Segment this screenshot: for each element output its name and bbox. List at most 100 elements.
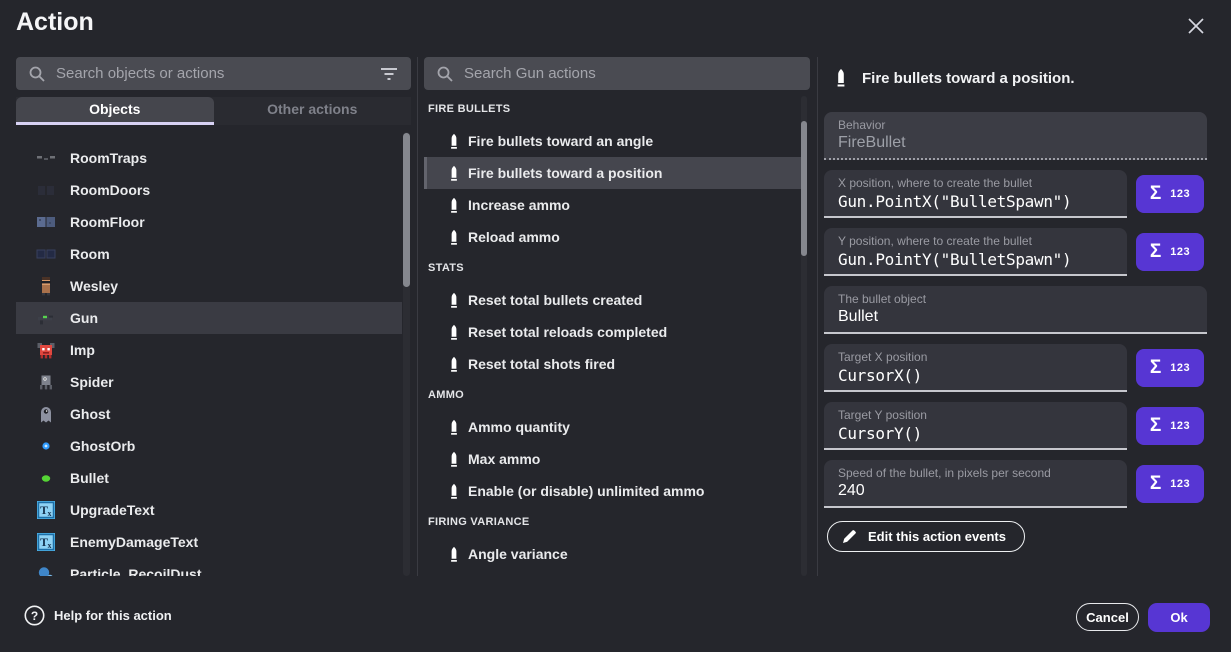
- object-label: EnemyDamageText: [70, 534, 198, 550]
- field-row-target-y-position: Target Y positionCursorY()Σ123: [824, 402, 1207, 450]
- objects-scrollbar[interactable]: [403, 132, 410, 576]
- object-row-roomtraps[interactable]: RoomTraps: [16, 142, 402, 174]
- action-item-ammo-quantity[interactable]: Ammo quantity: [424, 411, 801, 443]
- imp-icon: [36, 340, 56, 360]
- field-label: X position, where to create the bullet: [838, 176, 1113, 190]
- sigma-icon: Σ: [1150, 183, 1161, 205]
- action-item-enable-or-disable-unlimited-ammo[interactable]: Enable (or disable) unlimited ammo: [424, 475, 801, 507]
- action-item-increase-ammo[interactable]: Increase ammo: [424, 189, 801, 221]
- action-item-reset-total-shots-fired[interactable]: Reset total shots fired: [424, 348, 801, 380]
- object-row-imp[interactable]: Imp: [16, 334, 402, 366]
- edit-action-events-button[interactable]: Edit this action events: [827, 521, 1025, 552]
- object-row-spider[interactable]: Spider: [16, 366, 402, 398]
- object-row-ghost[interactable]: Ghost: [16, 398, 402, 430]
- ok-button[interactable]: Ok: [1148, 603, 1210, 632]
- actions-scrollbar[interactable]: [801, 96, 807, 576]
- numbers-badge: 123: [1170, 188, 1190, 200]
- tab-other-actions[interactable]: Other actions: [214, 97, 412, 122]
- action-label: Reset total bullets created: [468, 292, 642, 308]
- object-row-ghostorb[interactable]: GhostOrb: [16, 430, 402, 462]
- action-item-fire-bullets-toward-a-position[interactable]: Fire bullets toward a position: [424, 157, 801, 189]
- action-item-item[interactable]: [424, 570, 801, 576]
- left-tabbar: Objects Other actions: [16, 97, 411, 125]
- object-row-wesley[interactable]: Wesley: [16, 270, 402, 302]
- object-row-roomfloor[interactable]: RoomFloor: [16, 206, 402, 238]
- object-label: RoomDoors: [70, 182, 150, 198]
- field-input-the-bullet-object[interactable]: The bullet objectBullet: [824, 286, 1207, 334]
- object-label: Room: [70, 246, 110, 262]
- action-description: Fire bullets toward a position.: [862, 70, 1075, 87]
- divider: [817, 57, 818, 576]
- bullet-icon: [448, 451, 460, 468]
- action-item-angle-variance[interactable]: Angle variance: [424, 538, 801, 570]
- sigma-icon: Σ: [1150, 415, 1161, 437]
- object-row-enemydamagetext[interactable]: TxEnemyDamageText: [16, 526, 402, 558]
- action-label: Reload ammo: [468, 229, 560, 245]
- expression-editor-button[interactable]: Σ 123: [1136, 175, 1204, 213]
- field-value: Gun.PointX("BulletSpawn"): [838, 192, 1113, 211]
- expression-editor-button[interactable]: Σ123: [1136, 465, 1204, 503]
- field-input-y-position-where-to-create-the-bullet[interactable]: Y position, where to create the bulletGu…: [824, 228, 1127, 276]
- expression-editor-button[interactable]: Σ123: [1136, 407, 1204, 445]
- room-traps-icon: [36, 148, 56, 168]
- action-label: Ammo quantity: [468, 419, 570, 435]
- numbers-badge: 123: [1170, 362, 1190, 374]
- divider: [417, 57, 418, 576]
- object-label: RoomTraps: [70, 150, 147, 166]
- sigma-icon: Σ: [1150, 241, 1161, 263]
- field-input-speed-of-the-bullet-in-pixels-per-second[interactable]: Speed of the bullet, in pixels per secon…: [824, 460, 1127, 508]
- action-item-reset-total-reloads-completed[interactable]: Reset total reloads completed: [424, 316, 801, 348]
- field-value: FireBullet: [838, 134, 1193, 152]
- tab-objects[interactable]: Objects: [16, 97, 214, 122]
- action-dialog: Action Objects Other actions RoomTraps Ro…: [0, 0, 1231, 652]
- expression-editor-button[interactable]: Σ123: [1136, 233, 1204, 271]
- object-row-gun[interactable]: Gun: [16, 302, 402, 334]
- action-item-reset-total-bullets-created[interactable]: Reset total bullets created: [424, 284, 801, 316]
- room-floor-icon: [36, 212, 56, 232]
- field-row-target-x-position: Target X positionCursorX()Σ123: [824, 344, 1207, 392]
- bullet-icon: [834, 68, 848, 88]
- object-label: Spider: [70, 374, 114, 390]
- object-row-upgradetext[interactable]: TxUpgradeText: [16, 494, 402, 526]
- field-row-x-position-where-to-create-the-bullet: X position, where to create the bullet Gu…: [824, 170, 1207, 218]
- bullet-icon: [448, 229, 460, 246]
- field-row-behavior: BehaviorFireBullet: [824, 112, 1207, 160]
- object-label: GhostOrb: [70, 438, 135, 454]
- dialog-title: Action: [16, 8, 94, 37]
- bullet-icon: [448, 197, 460, 214]
- objects-scrollbar-thumb[interactable]: [403, 133, 410, 287]
- room-doors-icon: [36, 180, 56, 200]
- object-row-roomdoors[interactable]: RoomDoors: [16, 174, 402, 206]
- field-input-target-y-position[interactable]: Target Y positionCursorY(): [824, 402, 1127, 450]
- field-input-x-position-where-to-create-the-bullet[interactable]: X position, where to create the bullet Gu…: [824, 170, 1127, 218]
- object-label: Gun: [70, 310, 98, 326]
- help-button[interactable]: ? Help for this action: [24, 605, 172, 626]
- object-row-particle-recoildust[interactable]: Particle_RecoilDust: [16, 558, 402, 576]
- action-label: Fire bullets toward a position: [468, 165, 662, 181]
- action-item-reload-ammo[interactable]: Reload ammo: [424, 221, 801, 253]
- field-input-target-x-position[interactable]: Target X positionCursorX(): [824, 344, 1127, 392]
- actions-scrollbar-thumb[interactable]: [801, 121, 807, 256]
- actions-search-input[interactable]: [464, 65, 798, 82]
- object-row-room[interactable]: Room: [16, 238, 402, 270]
- filter-icon[interactable]: [379, 65, 399, 83]
- action-item-max-ammo[interactable]: Max ammo: [424, 443, 801, 475]
- field-label: Target X position: [838, 350, 1113, 364]
- room-icon: [36, 244, 56, 264]
- action-label: Fire bullets toward an angle: [468, 133, 653, 149]
- cancel-button[interactable]: Cancel: [1076, 603, 1139, 631]
- action-label: Reset total reloads completed: [468, 324, 667, 340]
- objects-search-input[interactable]: [56, 65, 379, 82]
- action-label: Reset total shots fired: [468, 356, 615, 372]
- field-input-behavior: BehaviorFireBullet: [824, 112, 1207, 160]
- object-label: Ghost: [70, 406, 110, 422]
- text-icon: Tx: [36, 500, 56, 520]
- expression-editor-button[interactable]: Σ123: [1136, 349, 1204, 387]
- actions-list: FIRE BULLETSFire bullets toward an angle…: [424, 96, 801, 576]
- close-icon[interactable]: [1185, 15, 1207, 37]
- action-item-fire-bullets-toward-an-angle[interactable]: Fire bullets toward an angle: [424, 125, 801, 157]
- object-row-bullet[interactable]: Bullet: [16, 462, 402, 494]
- help-icon: ?: [24, 605, 45, 626]
- wesley-icon: [36, 276, 56, 296]
- search-icon: [436, 65, 454, 83]
